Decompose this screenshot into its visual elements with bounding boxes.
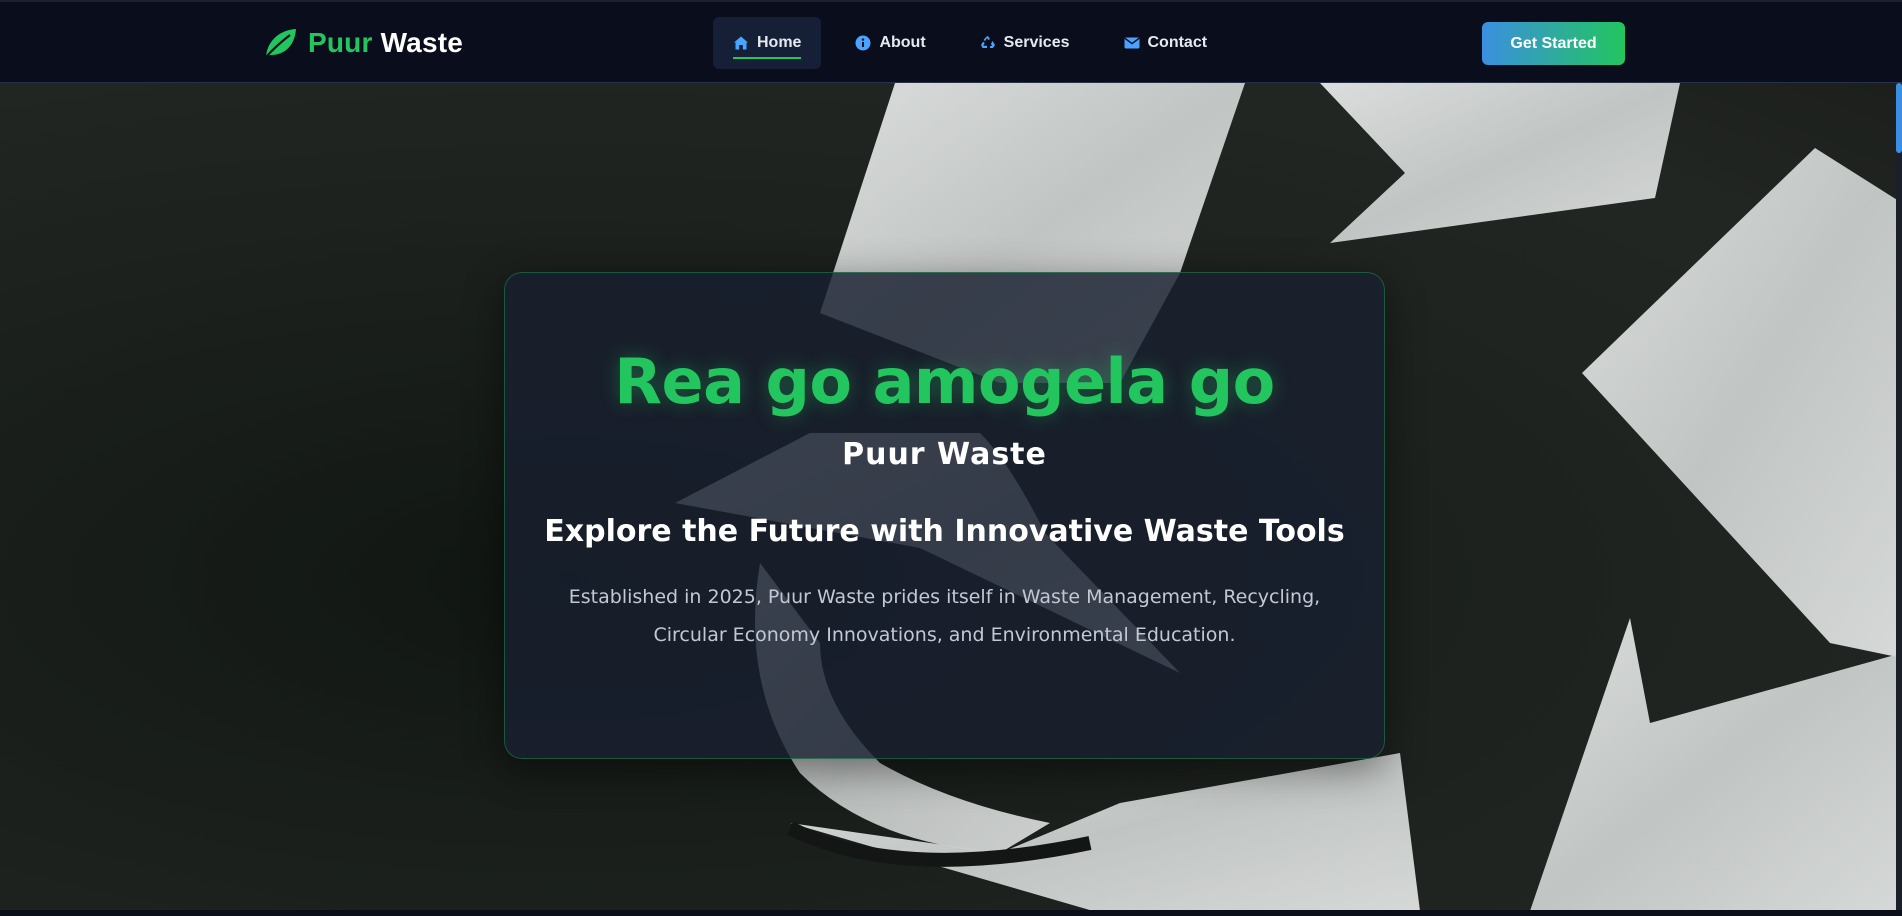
nav-item-label: About [879, 34, 926, 51]
top-navbar: Puur Waste Home About Services Contact G… [0, 0, 1902, 83]
watermark-title: ctivate Window [1600, 825, 1735, 847]
envelope-icon [1123, 37, 1140, 49]
leaf-icon [265, 29, 296, 58]
nav-item-label: Services [1003, 34, 1070, 51]
watermark-subtitle: o Settings to activate [1630, 852, 1760, 868]
get-started-button[interactable]: Get Started [1482, 22, 1625, 65]
hero-title: Rea go amogela go [614, 345, 1275, 418]
nav-item-label: Contact [1147, 34, 1208, 51]
hero-brand-name: Puur Waste [842, 437, 1047, 472]
bottom-edge [0, 910, 1902, 916]
page-scrollbar[interactable] [1896, 83, 1902, 911]
home-icon [734, 36, 748, 50]
recycle-icon [980, 36, 995, 48]
nav-item-home[interactable]: Home [713, 17, 822, 69]
hero-description: Established in 2025, Puur Waste prides i… [568, 586, 1321, 646]
nav-item-services[interactable]: Services [960, 17, 1090, 69]
info-circle-icon [855, 35, 871, 51]
brand-logo[interactable]: Puur Waste [262, 26, 463, 60]
nav-item-about[interactable]: About [835, 17, 945, 69]
brand-name-first: Puur [308, 27, 373, 58]
windows-activation-watermark: ctivate Window o Settings to activate [1600, 825, 1760, 868]
nav-item-label: Home [757, 34, 802, 51]
scrollbar-thumb[interactable] [1896, 83, 1902, 153]
main-nav: Home About Services Contact [713, 17, 1227, 69]
hero-heading: Explore the Future with Innovative Waste… [544, 514, 1345, 549]
nav-item-contact[interactable]: Contact [1104, 17, 1228, 69]
brand-name-second: Waste [380, 27, 464, 58]
hero-card: Rea go amogela go Puur Waste Explore the… [504, 272, 1385, 759]
hero-section: Rea go amogela go Puur Waste Explore the… [0, 83, 1902, 911]
